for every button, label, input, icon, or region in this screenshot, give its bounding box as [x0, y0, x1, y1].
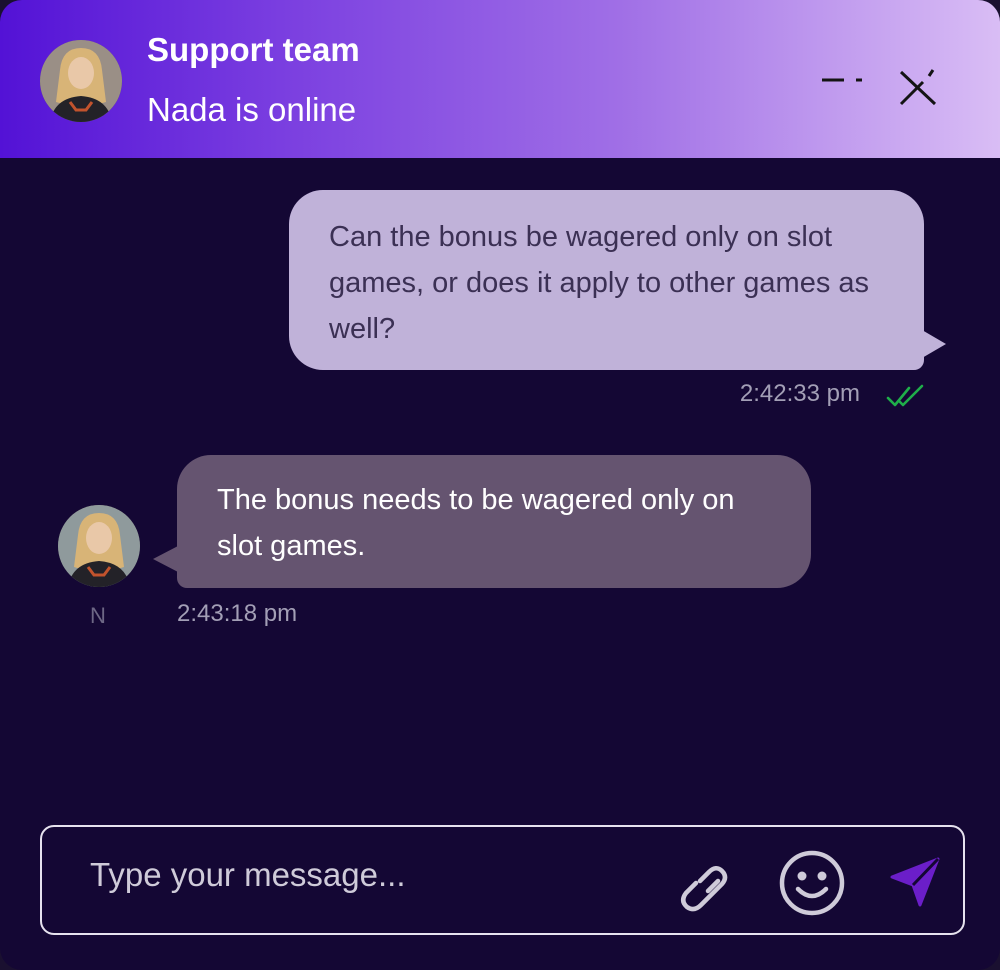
- emoji-button[interactable]: [778, 849, 846, 917]
- attach-button[interactable]: [674, 853, 738, 913]
- sender-avatar-image: [58, 505, 140, 587]
- message-composer: [40, 825, 965, 935]
- outgoing-message-bubble: Can the bonus be wagered only on slot ga…: [289, 190, 924, 370]
- close-button[interactable]: [893, 60, 943, 110]
- chat-title: Support team: [147, 31, 360, 68]
- sender-avatar: [58, 505, 140, 587]
- double-check-icon: [886, 382, 926, 410]
- agent-status: Nada is online: [147, 91, 357, 128]
- chat-header: Support team Nada is online: [0, 0, 1000, 158]
- close-icon: [899, 69, 937, 106]
- smiley-icon: [779, 850, 845, 916]
- outgoing-bubble-tail: [922, 330, 946, 358]
- agent-avatar: [40, 40, 122, 122]
- incoming-bubble-tail: [153, 546, 178, 572]
- paperclip-icon: [681, 866, 728, 912]
- sender-initial: N: [90, 603, 106, 628]
- incoming-message-bubble: The bonus needs to be wagered only on sl…: [177, 455, 811, 588]
- outgoing-message-time: 2:42:33 pm: [739, 380, 860, 407]
- chat-widget: Support team Nada is online Can the bonu…: [0, 0, 1000, 970]
- send-icon: [890, 857, 940, 907]
- minimize-icon: [822, 78, 862, 82]
- minimize-button[interactable]: [818, 60, 868, 110]
- agent-avatar-image: [40, 40, 122, 122]
- message-input[interactable]: [88, 849, 652, 901]
- send-button[interactable]: [888, 855, 942, 909]
- incoming-message-time: 2:43:18 pm: [177, 600, 298, 627]
